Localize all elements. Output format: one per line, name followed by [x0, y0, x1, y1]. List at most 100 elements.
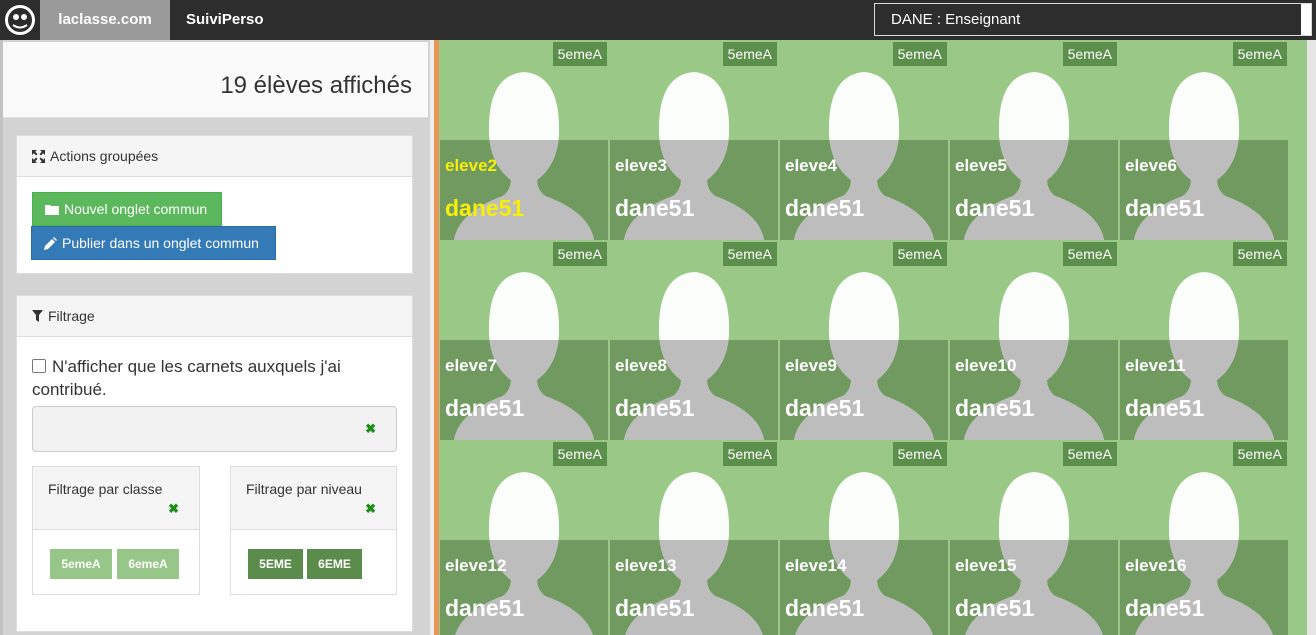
sidebar-edge [0, 40, 3, 635]
clear-x-icon[interactable]: ✖ [365, 421, 376, 437]
class-filter-title: Filtrage par classe [48, 481, 163, 497]
clear-x-icon[interactable]: ✖ [365, 501, 376, 517]
student-tile[interactable]: 5emeA eleve8 dane51 [609, 240, 779, 440]
student-tile[interactable]: 5emeA eleve16 dane51 [1119, 440, 1289, 635]
new-common-tab-label: Nouvel onglet commun [64, 201, 208, 217]
nav-home-link[interactable]: laclasse.com [40, 0, 170, 40]
class-badge: 5emeA [892, 42, 947, 66]
class-badge: 5emeA [1232, 42, 1287, 66]
level-chip-5eme[interactable]: 5EME [248, 549, 303, 579]
student-login: eleve3 [615, 156, 667, 175]
student-name: dane51 [1125, 395, 1205, 421]
profile-select-value: DANE : Enseignant [891, 11, 1021, 28]
laclasse-logo-icon[interactable] [0, 0, 40, 40]
expand-icon [32, 149, 45, 163]
level-filter-heading: Filtrage par niveau ✖ [231, 467, 396, 530]
student-name: dane51 [1125, 195, 1205, 221]
student-name: dane51 [785, 395, 865, 421]
student-tile[interactable]: 5emeA eleve13 dane51 [609, 440, 779, 635]
student-tile[interactable]: 5emeA eleve3 dane51 [609, 40, 779, 240]
student-name: dane51 [445, 595, 525, 621]
class-badge: 5emeA [1062, 442, 1117, 466]
filter-panel: Filtrage N'afficher que les carnets auxq… [16, 295, 413, 632]
class-badge: 5emeA [892, 242, 947, 266]
new-common-tab-button[interactable]: Nouvel onglet commun [32, 192, 222, 226]
student-login: eleve9 [785, 356, 837, 375]
class-badge: 5emeA [722, 42, 777, 66]
contributed-checkbox-label: N'afficher que les carnets auxquels j'ai… [32, 357, 341, 399]
student-name: dane51 [1125, 595, 1205, 621]
student-tile[interactable]: 5emeA eleve15 dane51 [949, 440, 1119, 635]
students-count-title: 19 élèves affichés [220, 72, 412, 99]
student-name: dane51 [785, 595, 865, 621]
class-badge: 5emeA [722, 442, 777, 466]
contributed-checkbox[interactable] [32, 359, 46, 373]
class-badge: 5emeA [552, 442, 607, 466]
funnel-icon [32, 310, 43, 322]
publish-common-tab-button[interactable]: Publier dans un onglet commun [31, 226, 276, 260]
student-tile[interactable]: 5emeA eleve7 dane51 [439, 240, 609, 440]
class-chip-5emea[interactable]: 5emeA [50, 549, 112, 579]
pencil-icon [44, 236, 57, 250]
contributed-filter-row: N'afficher que les carnets auxquels j'ai… [32, 355, 392, 401]
grouped-actions-title: Actions groupées [50, 148, 159, 164]
publish-common-tab-label: Publier dans un onglet commun [62, 235, 259, 251]
student-name: dane51 [445, 395, 525, 421]
class-badge: 5emeA [1062, 42, 1117, 66]
class-badge: 5emeA [1062, 242, 1117, 266]
level-filter-panel: Filtrage par niveau ✖ 5EME 6EME [230, 466, 397, 595]
student-tile[interactable]: 5emeA eleve11 dane51 [1119, 240, 1289, 440]
student-login: eleve12 [445, 556, 507, 575]
student-name: dane51 [445, 195, 525, 221]
student-login: eleve11 [1125, 356, 1186, 375]
class-filter-panel: Filtrage par classe ✖ 5emeA 6emeA [32, 466, 200, 595]
folder-icon [45, 205, 59, 215]
student-name: dane51 [615, 595, 695, 621]
class-badge: 5emeA [722, 242, 777, 266]
top-navbar: laclasse.com SuiviPerso DANE : Enseignan… [0, 0, 1316, 40]
class-filter-heading: Filtrage par classe ✖ [33, 467, 199, 530]
student-tile[interactable]: 5emeA eleve5 dane51 [949, 40, 1119, 240]
student-name: dane51 [955, 195, 1035, 221]
nav-suiviperso-link[interactable]: SuiviPerso [170, 0, 280, 40]
student-login: eleve4 [785, 156, 837, 175]
class-badge: 5emeA [552, 42, 607, 66]
level-chip-6eme[interactable]: 6EME [307, 549, 362, 579]
student-search-input[interactable]: ✖ [32, 406, 397, 452]
student-tile[interactable]: 5emeA eleve9 dane51 [779, 240, 949, 440]
student-login: eleve13 [615, 556, 677, 575]
student-login: eleve15 [955, 556, 1017, 575]
student-login: eleve2 [445, 156, 497, 175]
class-chip-6emea[interactable]: 6emeA [117, 549, 179, 579]
student-name: dane51 [785, 195, 865, 221]
student-login: eleve6 [1125, 156, 1177, 175]
class-badge: 5emeA [1232, 242, 1287, 266]
student-tile[interactable]: 5emeA eleve6 dane51 [1119, 40, 1289, 240]
student-login: eleve5 [955, 156, 1007, 175]
class-badge: 5emeA [1232, 442, 1287, 466]
student-tile[interactable]: 5emeA eleve10 dane51 [949, 240, 1119, 440]
count-panel: 19 élèves affichés [3, 42, 428, 118]
grouped-actions-panel: Actions groupées Nouvel onglet commun Pu… [16, 135, 413, 274]
student-login: eleve7 [445, 356, 497, 375]
student-tile[interactable]: 5emeA eleve12 dane51 [439, 440, 609, 635]
student-name: dane51 [955, 395, 1035, 421]
student-tile[interactable]: 5emeA eleve14 dane51 [779, 440, 949, 635]
filter-title: Filtrage [48, 308, 95, 324]
student-tile[interactable]: 5emeA eleve4 dane51 [779, 40, 949, 240]
student-name: dane51 [955, 595, 1035, 621]
grouped-actions-heading: Actions groupées [17, 136, 412, 177]
left-sidebar: 19 élèves affichés Actions groupées Nouv… [0, 40, 430, 635]
student-login: eleve8 [615, 356, 667, 375]
grid-scrollbar[interactable] [1307, 40, 1316, 635]
student-login: eleve14 [785, 556, 847, 575]
students-grid: 5emeA eleve2 dane51 5emeA eleve3 dane51 5emeA e… [439, 40, 1316, 635]
profile-select[interactable]: DANE : Enseignant [874, 3, 1312, 36]
filter-heading: Filtrage [17, 296, 412, 337]
student-name: dane51 [615, 195, 695, 221]
level-filter-title: Filtrage par niveau [246, 481, 362, 497]
clear-x-icon[interactable]: ✖ [168, 501, 179, 517]
student-login: eleve16 [1125, 556, 1187, 575]
student-tile[interactable]: 5emeA eleve2 dane51 [439, 40, 609, 240]
student-login: eleve10 [955, 356, 1017, 375]
